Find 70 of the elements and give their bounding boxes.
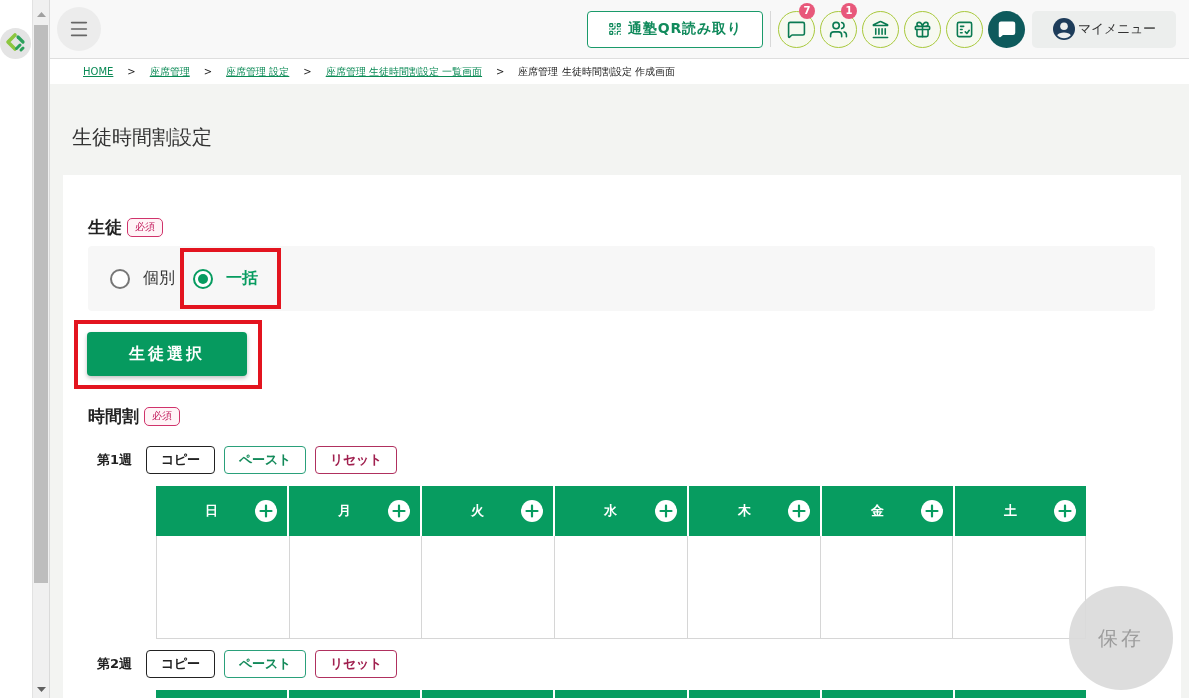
week-label: 第2週 xyxy=(97,655,134,673)
reset-button[interactable]: リセット xyxy=(315,650,397,678)
field-label: 生徒 xyxy=(88,217,122,237)
checklist-button[interactable] xyxy=(946,10,983,48)
day-cell[interactable] xyxy=(555,536,688,639)
required-badge: 必須 xyxy=(144,406,180,426)
paste-button[interactable]: ペースト xyxy=(224,650,306,678)
page-title: 生徒時間割設定 xyxy=(71,124,213,151)
day-label: 水 xyxy=(603,502,619,520)
day-label: 火 xyxy=(470,502,486,520)
add-icon[interactable] xyxy=(787,500,810,522)
scroll-down-icon[interactable] xyxy=(36,687,46,692)
breadcrumb-link[interactable]: 座席管理 設定 xyxy=(226,64,290,79)
gift-button[interactable] xyxy=(904,10,941,48)
copy-button[interactable]: コピー xyxy=(146,650,215,678)
add-icon[interactable] xyxy=(388,500,411,522)
menu-button[interactable] xyxy=(57,7,101,51)
add-icon[interactable] xyxy=(920,500,943,522)
breadcrumb-separator: > xyxy=(303,66,312,77)
radio-button[interactable] xyxy=(110,268,130,289)
day-label: 日 xyxy=(204,502,220,520)
scrollbar-thumb[interactable] xyxy=(34,25,48,583)
breadcrumb-separator: > xyxy=(203,66,213,77)
chat-button[interactable] xyxy=(988,10,1025,48)
scroll-up-icon[interactable] xyxy=(36,12,46,17)
qr-scan-button[interactable]: 通塾QR読み取り xyxy=(587,10,763,48)
notification-badge: 7 xyxy=(799,2,815,19)
breadcrumb-link[interactable]: HOME xyxy=(83,66,114,77)
week-label: 第1週 xyxy=(97,451,134,469)
user-icon xyxy=(1052,18,1075,40)
day-cell[interactable] xyxy=(289,536,423,639)
breadcrumb-current: 座席管理 生徒時間割設定 作成画面 xyxy=(518,64,675,79)
required-badge: 必須 xyxy=(127,217,163,237)
logo-icon[interactable] xyxy=(0,28,31,59)
qr-code-icon xyxy=(607,22,622,36)
gift-icon xyxy=(913,19,932,39)
radio-button[interactable] xyxy=(193,268,213,289)
add-icon[interactable] xyxy=(654,500,677,522)
copy-button[interactable]: コピー xyxy=(146,446,215,474)
add-icon[interactable] xyxy=(521,500,544,522)
day-cell[interactable] xyxy=(820,536,954,639)
breadcrumb-link[interactable]: 座席管理 生徒時間割設定 一覧画面 xyxy=(325,64,483,79)
scrollbar-track[interactable] xyxy=(32,0,50,698)
my-menu-button[interactable]: マイメニュー xyxy=(1032,10,1176,48)
day-cell[interactable] xyxy=(953,536,1086,639)
day-cell[interactable] xyxy=(422,536,556,639)
day-label: 木 xyxy=(736,502,752,520)
reset-button[interactable]: リセット xyxy=(315,446,397,474)
school-button[interactable] xyxy=(862,10,899,48)
radio-label[interactable]: 個別 xyxy=(143,268,175,289)
breadcrumb-link[interactable]: 座席管理 xyxy=(149,64,190,79)
radio-label[interactable]: 一括 xyxy=(226,268,258,289)
chat-icon xyxy=(997,20,1016,38)
chat-icon xyxy=(787,19,806,39)
day-cell[interactable] xyxy=(687,536,821,639)
add-icon[interactable] xyxy=(1054,500,1076,522)
add-icon[interactable] xyxy=(255,500,278,522)
bank-icon xyxy=(871,19,890,39)
breadcrumb-separator: > xyxy=(496,66,505,77)
paste-button[interactable]: ペースト xyxy=(224,446,306,474)
day-cell[interactable] xyxy=(157,536,290,639)
breadcrumb-separator: > xyxy=(127,66,136,77)
day-label: 金 xyxy=(869,502,885,520)
field-label: 時間割 xyxy=(88,406,139,426)
checklist-icon xyxy=(955,19,974,39)
notification-badge: 1 xyxy=(841,2,857,19)
day-label: 月 xyxy=(337,502,353,520)
people-icon xyxy=(829,19,848,39)
day-label: 土 xyxy=(1002,502,1018,520)
select-students-button[interactable]: 生徒選択 xyxy=(87,332,247,376)
